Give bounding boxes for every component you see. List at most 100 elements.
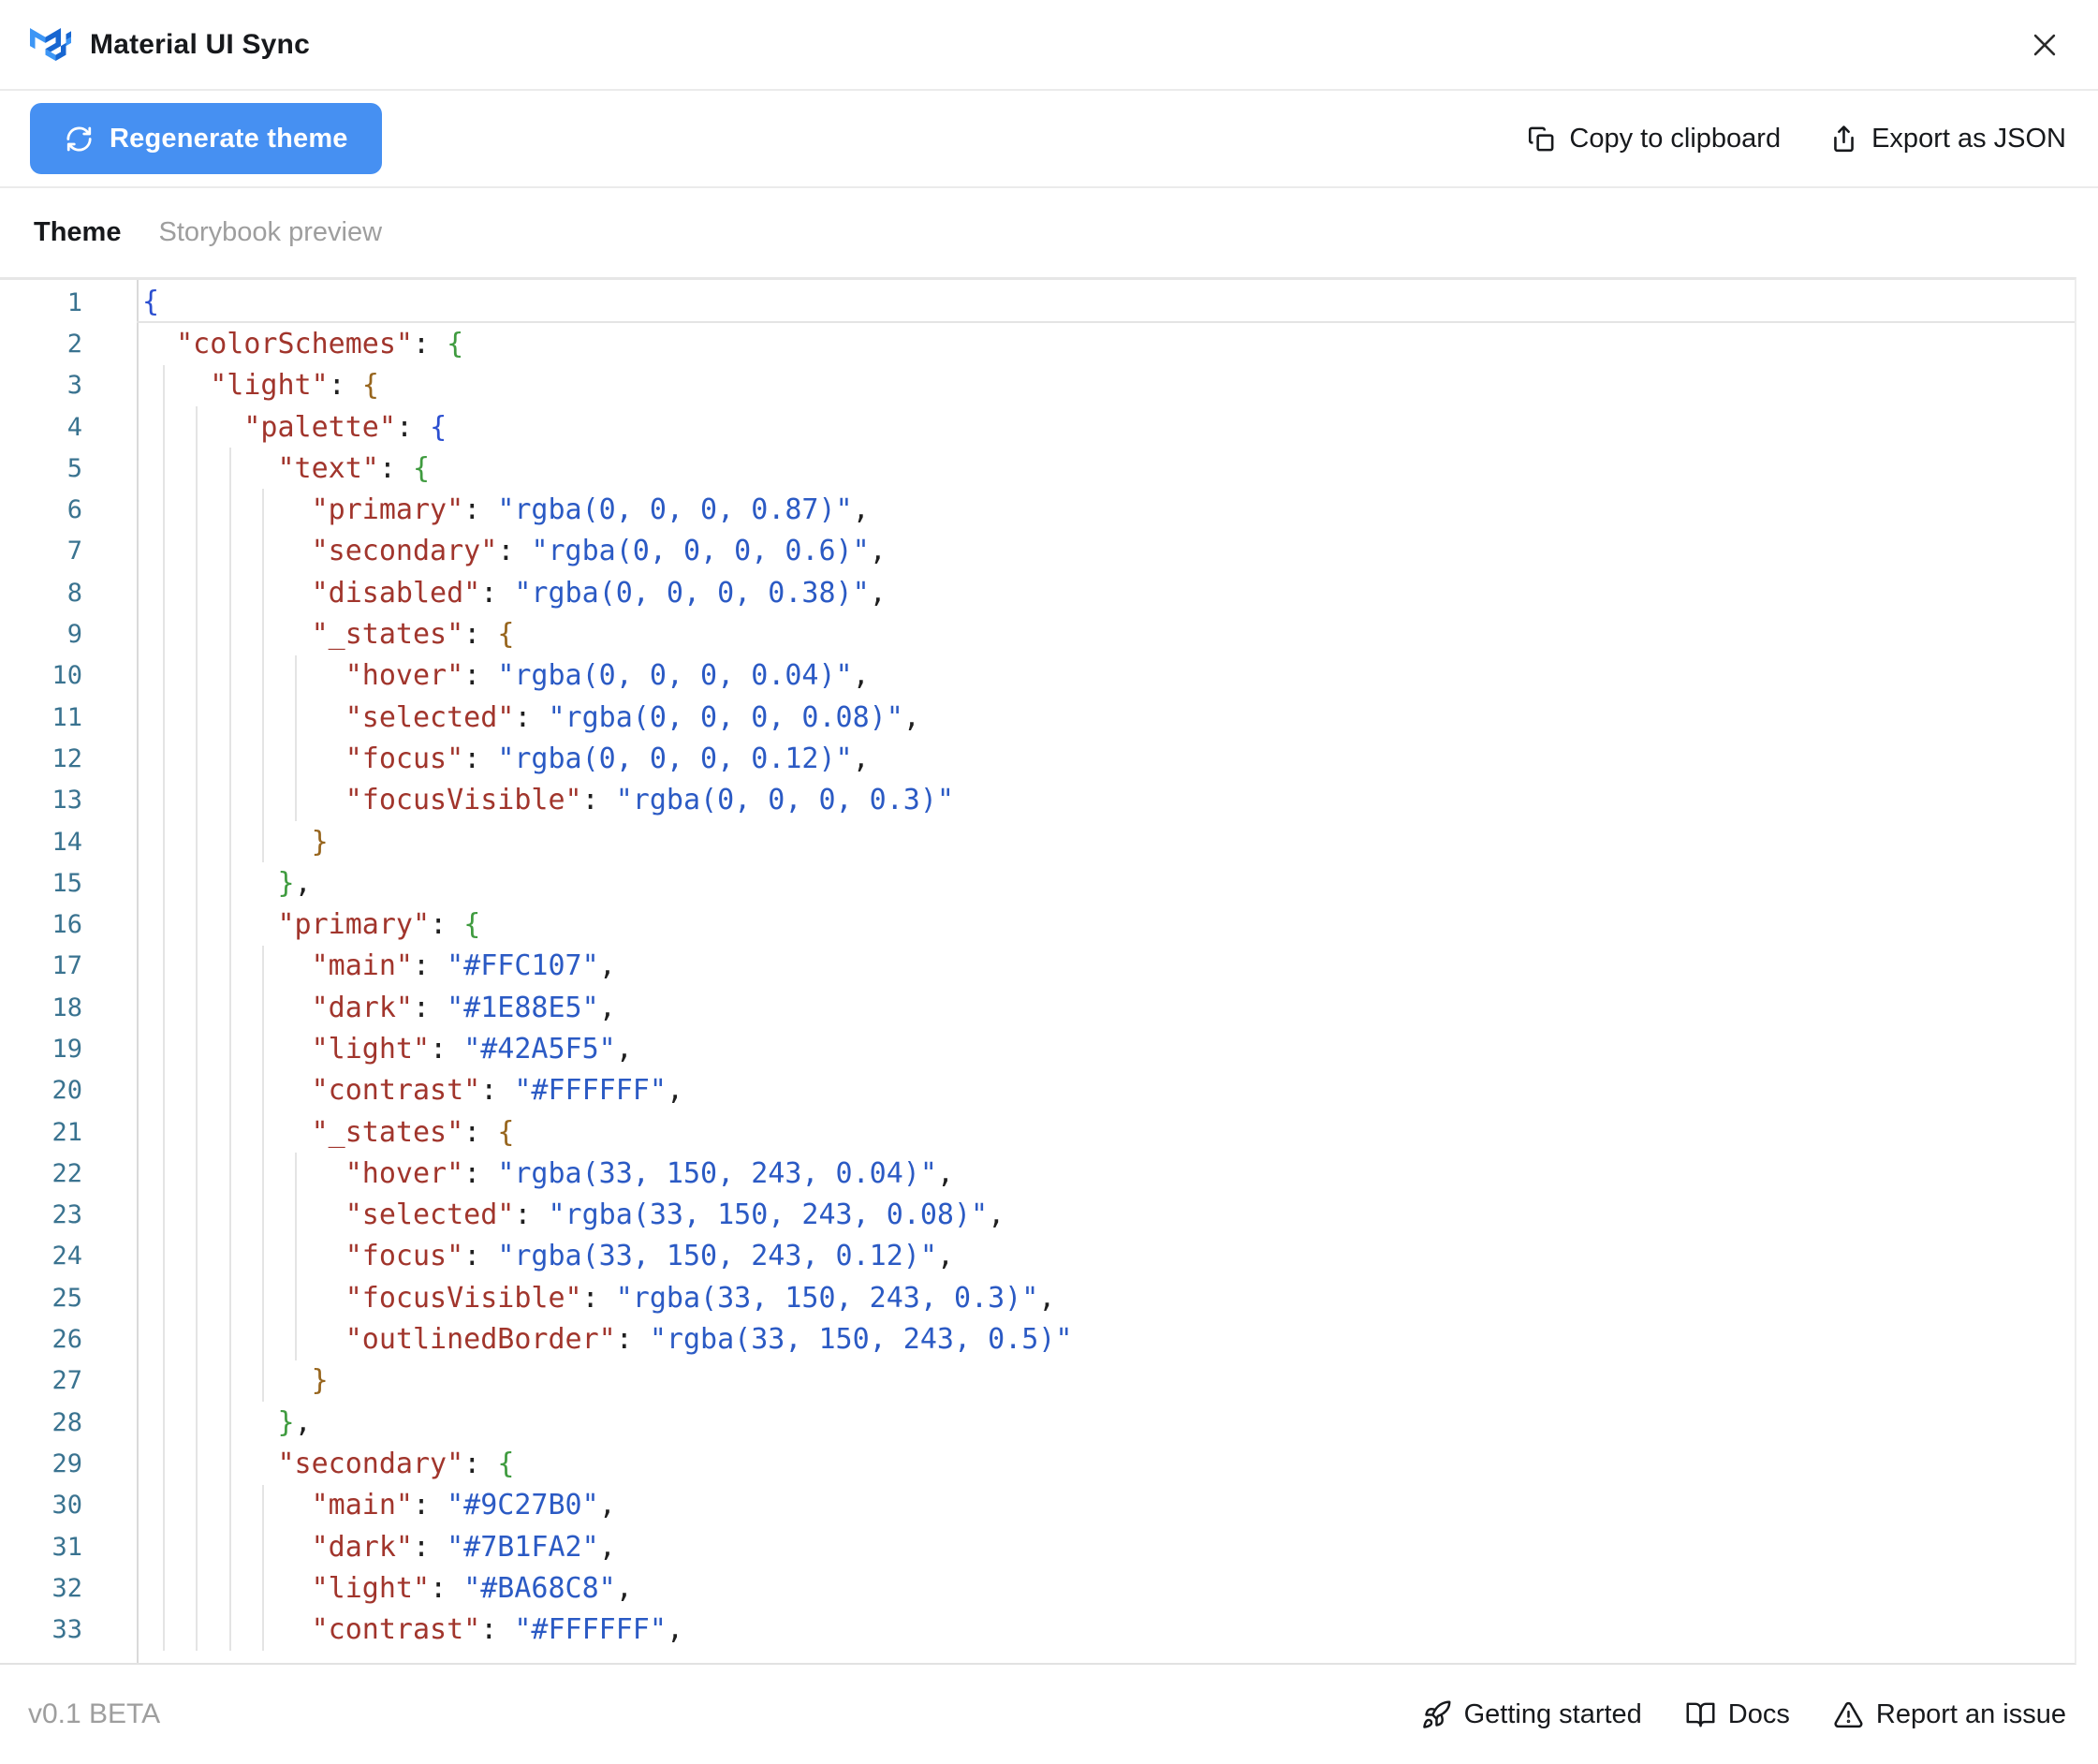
code-line-content[interactable]: "light": "#BA68C8", bbox=[137, 1567, 2075, 1609]
code-line[interactable]: 3 "light": { bbox=[0, 365, 2075, 406]
code-line[interactable]: 22 "hover": "rgba(33, 150, 243, 0.04)", bbox=[0, 1153, 2075, 1194]
code-line[interactable]: 23 "selected": "rgba(33, 150, 243, 0.08)… bbox=[0, 1195, 2075, 1236]
code-editor[interactable]: 1{2 "colorSchemes": {3 "light": {4 "pale… bbox=[0, 277, 2076, 1665]
code-line-content[interactable]: { bbox=[137, 282, 2075, 323]
code-line[interactable]: 20 "contrast": "#FFFFFF", bbox=[0, 1070, 2075, 1111]
code-line-content[interactable]: "disabled": "rgba(0, 0, 0, 0.38)", bbox=[137, 572, 2075, 613]
code-line-content[interactable]: "_states": { bbox=[137, 613, 2075, 654]
tab-storybook-preview[interactable]: Storybook preview bbox=[158, 217, 382, 248]
code-line[interactable]: 28 }, bbox=[0, 1402, 2075, 1443]
indent-guide bbox=[163, 1070, 165, 1111]
code-line-content[interactable]: "palette": { bbox=[137, 406, 2075, 448]
line-number: 22 bbox=[0, 1159, 137, 1188]
code-line[interactable]: 19 "light": "#42A5F5", bbox=[0, 1028, 2075, 1069]
code-line[interactable]: 26 "outlinedBorder": "rgba(33, 150, 243,… bbox=[0, 1318, 2075, 1360]
code-line-content[interactable]: "selected": "rgba(0, 0, 0, 0.08)", bbox=[137, 697, 2075, 738]
regenerate-theme-button[interactable]: Regenerate theme bbox=[30, 103, 382, 174]
code-line-content[interactable]: "secondary": "rgba(0, 0, 0, 0.6)", bbox=[137, 531, 2075, 572]
line-number: 15 bbox=[0, 869, 137, 898]
code-line[interactable]: 32 "light": "#BA68C8", bbox=[0, 1567, 2075, 1609]
code-line[interactable]: 30 "main": "#9C27B0", bbox=[0, 1485, 2075, 1526]
code-line-content[interactable]: "primary": "rgba(0, 0, 0, 0.87)", bbox=[137, 489, 2075, 530]
code-line[interactable]: 12 "focus": "rgba(0, 0, 0, 0.12)", bbox=[0, 738, 2075, 779]
code-line[interactable]: 21 "_states": { bbox=[0, 1111, 2075, 1153]
code-line-content[interactable]: "contrast": "#FFFFFF", bbox=[137, 1610, 2075, 1651]
code-line-content[interactable]: "dark": "#1E88E5", bbox=[137, 987, 2075, 1028]
code-line[interactable]: 31 "dark": "#7B1FA2", bbox=[0, 1526, 2075, 1567]
code-line-content[interactable]: } bbox=[137, 821, 2075, 862]
code-line[interactable]: 18 "dark": "#1E88E5", bbox=[0, 987, 2075, 1028]
code-line[interactable]: 2 "colorSchemes": { bbox=[0, 323, 2075, 364]
getting-started-link[interactable]: Getting started bbox=[1421, 1699, 1642, 1730]
code-line-content[interactable]: "focusVisible": "rgba(0, 0, 0, 0.3)" bbox=[137, 780, 2075, 821]
code-line-content[interactable]: "main": "#FFC107", bbox=[137, 946, 2075, 987]
code-line-content[interactable]: "focusVisible": "rgba(33, 150, 243, 0.3)… bbox=[137, 1277, 2075, 1318]
code-line[interactable]: 6 "primary": "rgba(0, 0, 0, 0.87)", bbox=[0, 489, 2075, 530]
indent-guide bbox=[163, 780, 165, 821]
indent-guide bbox=[229, 1567, 231, 1609]
code-line[interactable]: 24 "focus": "rgba(33, 150, 243, 0.12)", bbox=[0, 1236, 2075, 1277]
code-line-content[interactable]: "selected": "rgba(33, 150, 243, 0.08)", bbox=[137, 1195, 2075, 1236]
code-line-content[interactable]: "secondary": { bbox=[137, 1443, 2075, 1484]
tab-theme[interactable]: Theme bbox=[34, 217, 121, 248]
code-line[interactable]: 16 "primary": { bbox=[0, 904, 2075, 945]
code-line[interactable]: 10 "hover": "rgba(0, 0, 0, 0.04)", bbox=[0, 655, 2075, 697]
code-line[interactable]: 7 "secondary": "rgba(0, 0, 0, 0.6)", bbox=[0, 531, 2075, 572]
code-line-content[interactable]: "hover": "rgba(0, 0, 0, 0.04)", bbox=[137, 655, 2075, 697]
code-line[interactable]: 25 "focusVisible": "rgba(33, 150, 243, 0… bbox=[0, 1277, 2075, 1318]
indent-guide bbox=[196, 987, 198, 1028]
indent-guide bbox=[163, 738, 165, 779]
getting-started-label: Getting started bbox=[1464, 1699, 1642, 1730]
code-line-content[interactable]: "light": { bbox=[137, 365, 2075, 406]
code-line-content[interactable]: "dark": "#7B1FA2", bbox=[137, 1526, 2075, 1567]
indent-guide bbox=[196, 697, 198, 738]
code-editor-rows[interactable]: 1{2 "colorSchemes": {3 "light": {4 "pale… bbox=[0, 280, 2075, 1651]
code-line[interactable]: 33 "contrast": "#FFFFFF", bbox=[0, 1610, 2075, 1651]
code-line[interactable]: 13 "focusVisible": "rgba(0, 0, 0, 0.3)" bbox=[0, 780, 2075, 821]
code-line-content[interactable]: "contrast": "#FFFFFF", bbox=[137, 1070, 2075, 1111]
code-line-content[interactable]: "outlinedBorder": "rgba(33, 150, 243, 0.… bbox=[137, 1318, 2075, 1360]
line-number: 24 bbox=[0, 1242, 137, 1271]
code-line[interactable]: 29 "secondary": { bbox=[0, 1443, 2075, 1484]
code-line-content[interactable]: "focus": "rgba(33, 150, 243, 0.12)", bbox=[137, 1236, 2075, 1277]
code-line-content[interactable]: }, bbox=[137, 862, 2075, 904]
report-issue-link[interactable]: Report an issue bbox=[1833, 1699, 2066, 1730]
indent-guide bbox=[196, 1443, 198, 1484]
close-button[interactable] bbox=[2023, 23, 2066, 66]
code-text: { bbox=[142, 286, 159, 318]
code-line-content[interactable]: "primary": { bbox=[137, 904, 2075, 945]
indent-guide bbox=[229, 1070, 231, 1111]
code-line[interactable]: 27 } bbox=[0, 1360, 2075, 1402]
code-line[interactable]: 9 "_states": { bbox=[0, 613, 2075, 654]
code-line[interactable]: 5 "text": { bbox=[0, 448, 2075, 489]
line-number: 14 bbox=[0, 828, 137, 857]
indent-guide bbox=[229, 697, 231, 738]
code-text: "secondary": { bbox=[142, 1448, 514, 1480]
code-line-content[interactable]: "text": { bbox=[137, 448, 2075, 489]
indent-guide bbox=[262, 1485, 264, 1526]
indent-guide bbox=[163, 1028, 165, 1069]
docs-link[interactable]: Docs bbox=[1685, 1699, 1790, 1730]
export-as-json-button[interactable]: Export as JSON bbox=[1829, 124, 2066, 154]
code-line-content[interactable]: "hover": "rgba(33, 150, 243, 0.04)", bbox=[137, 1153, 2075, 1194]
indent-guide bbox=[295, 1318, 297, 1360]
code-line-content[interactable]: "colorSchemes": { bbox=[137, 323, 2075, 364]
code-line[interactable]: 15 }, bbox=[0, 862, 2075, 904]
code-line[interactable]: 11 "selected": "rgba(0, 0, 0, 0.08)", bbox=[0, 697, 2075, 738]
code-line-content[interactable]: "light": "#42A5F5", bbox=[137, 1028, 2075, 1069]
code-line[interactable]: 4 "palette": { bbox=[0, 406, 2075, 448]
copy-to-clipboard-button[interactable]: Copy to clipboard bbox=[1527, 124, 1781, 154]
code-line-content[interactable]: "_states": { bbox=[137, 1111, 2075, 1153]
indent-guide bbox=[196, 1485, 198, 1526]
code-line[interactable]: 14 } bbox=[0, 821, 2075, 862]
code-line-content[interactable]: "main": "#9C27B0", bbox=[137, 1485, 2075, 1526]
code-line-content[interactable]: } bbox=[137, 1360, 2075, 1402]
code-line-content[interactable]: }, bbox=[137, 1402, 2075, 1443]
line-number: 30 bbox=[0, 1491, 137, 1520]
indent-guide bbox=[163, 1610, 165, 1651]
code-line[interactable]: 8 "disabled": "rgba(0, 0, 0, 0.38)", bbox=[0, 572, 2075, 613]
code-line[interactable]: 17 "main": "#FFC107", bbox=[0, 946, 2075, 987]
code-text: "focusVisible": "rgba(0, 0, 0, 0.3)" bbox=[142, 784, 954, 816]
code-line[interactable]: 1{ bbox=[0, 282, 2075, 323]
code-line-content[interactable]: "focus": "rgba(0, 0, 0, 0.12)", bbox=[137, 738, 2075, 779]
